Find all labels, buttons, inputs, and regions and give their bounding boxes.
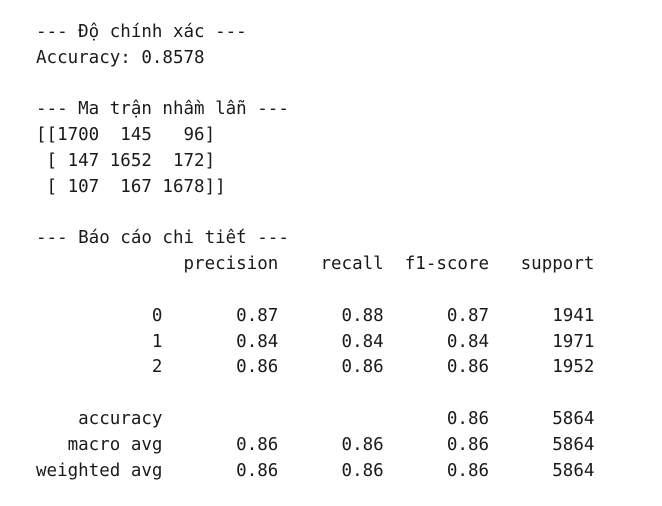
report-row: 1 0.84 0.84 0.84 1971 — [36, 331, 595, 352]
report-row: 0 0.87 0.88 0.87 1941 — [36, 305, 595, 326]
accuracy-header: --- Độ chính xác --- — [36, 22, 247, 42]
confusion-matrix-row: [ 107 167 1678]] — [36, 176, 226, 197]
report-summary-row: weighted avg 0.86 0.86 0.86 5864 — [36, 460, 595, 481]
report-column-headers: precision recall f1-score support — [36, 254, 595, 275]
report-summary-row: macro avg 0.86 0.86 0.86 5864 — [36, 434, 595, 455]
confusion-matrix-row: [[1700 145 96] — [36, 125, 216, 146]
confusion-matrix-header: --- Ma trận nhầm lẫn --- — [36, 99, 289, 120]
report-row: 2 0.86 0.86 0.86 1952 — [36, 357, 595, 378]
report-header: --- Báo cáo chi tiết --- — [36, 228, 289, 249]
accuracy-line: Accuracy: 0.8578 — [36, 47, 205, 68]
report-summary-row: accuracy 0.86 5864 — [36, 408, 595, 429]
confusion-matrix-row: [ 147 1652 172] — [36, 150, 216, 171]
notebook-output: --- Độ chính xác --- Accuracy: 0.8578 --… — [36, 20, 646, 484]
